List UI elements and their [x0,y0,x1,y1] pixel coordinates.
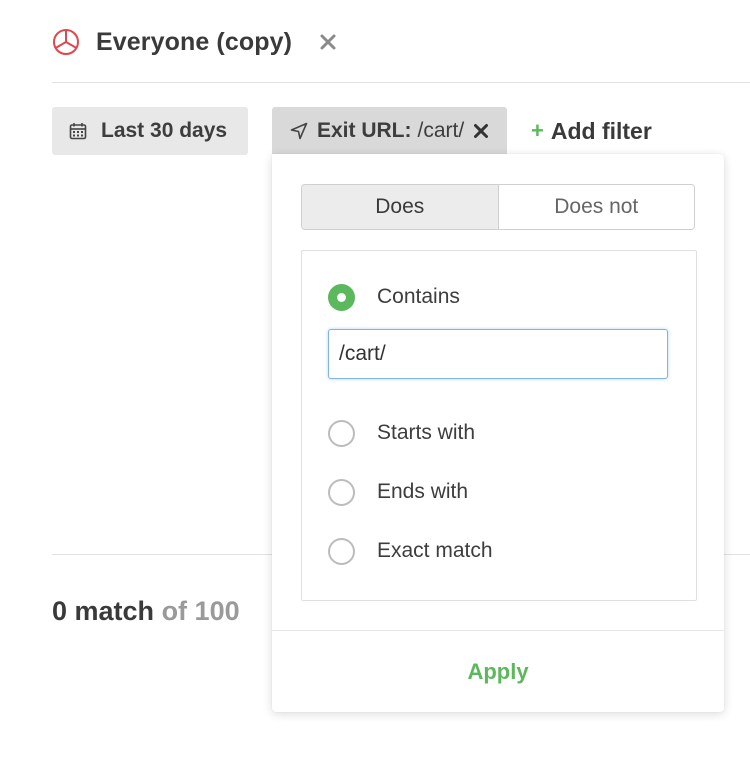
apply-button[interactable]: Apply [272,631,724,712]
plus-icon: + [531,118,544,143]
match-value-input[interactable] [328,329,668,379]
radio-option-ends-with[interactable]: Ends with [328,476,468,508]
does-toggle-group: Does Does not [301,184,695,230]
match-count: 0 match of 100 [52,596,240,627]
radio-button[interactable] [328,478,355,506]
add-filter-label: Add filter [550,117,652,144]
match-options-box: Contains Starts with Ends with Exact mat… [301,250,697,601]
segment-editor-page: Everyone (copy) Last 30 days Exit URL: /… [0,0,750,771]
close-icon[interactable] [318,32,338,52]
match-total: of 100 [161,596,240,626]
add-filter-button[interactable]: + Add filter [531,115,652,147]
pie-chart-icon [52,28,80,56]
filter-key-label: Exit URL: [317,119,412,142]
segment-title: Everyone (copy) [96,27,293,56]
radio-label: Exact match [377,539,493,562]
radio-button-checked[interactable] [328,283,355,311]
match-count-value: 0 match [52,596,155,626]
header-divider [52,82,750,83]
toggle-does-not[interactable]: Does not [498,185,694,229]
segment-header: Everyone (copy) [52,22,338,62]
radio-label: Contains [377,285,460,308]
date-range-label: Last 30 days [101,119,228,142]
radio-button[interactable] [328,419,355,447]
toggle-does[interactable]: Does [302,185,499,229]
date-range-chip[interactable]: Last 30 days [52,107,248,155]
radio-option-contains[interactable]: Contains [328,281,460,313]
remove-filter-icon[interactable] [473,123,489,139]
radio-label: Starts with [377,421,476,444]
filter-popover: Does Does not Contains Starts with Ends … [272,154,724,712]
radio-option-starts-with[interactable]: Starts with [328,417,475,449]
calendar-icon [69,122,87,140]
exit-url-filter-chip[interactable]: Exit URL: /cart/ [272,107,507,155]
radio-label: Ends with [377,480,469,503]
navigation-arrow-icon [290,122,308,140]
filter-value-label: /cart/ [417,119,465,142]
radio-option-exact-match[interactable]: Exact match [328,535,493,567]
radio-button[interactable] [328,537,355,565]
